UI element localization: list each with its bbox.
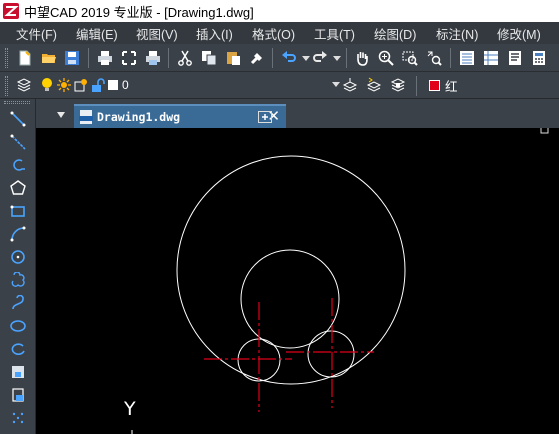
tab-list-dropdown-icon[interactable] [57, 112, 65, 118]
print-icon[interactable] [96, 49, 114, 67]
current-layer-name: 0 [122, 78, 129, 92]
new-tab-icon[interactable] [258, 109, 272, 123]
standard-toolbar [0, 44, 559, 72]
paste-icon[interactable] [224, 49, 242, 67]
make-block-icon[interactable] [9, 386, 27, 404]
design-center-icon[interactable] [482, 49, 500, 67]
toolbar-grip[interactable] [4, 101, 30, 104]
title-bar: 中望CAD 2019 专业版 - [Drawing1.dwg] [0, 0, 559, 22]
polygon-icon[interactable] [9, 179, 27, 197]
layer-states-icon[interactable] [389, 76, 407, 94]
toolbar-separator [168, 48, 169, 68]
layer-dropdown[interactable]: 0 [40, 75, 340, 95]
properties-panel-icon[interactable] [458, 49, 476, 67]
color-dropdown[interactable]: 红 [426, 75, 559, 95]
color-swatch-red [429, 79, 440, 91]
redo-icon[interactable] [311, 49, 329, 67]
tab-label: Drawing1.dwg [97, 110, 181, 124]
drawing-canvas[interactable]: Y [36, 128, 559, 434]
open-folder-icon[interactable] [40, 49, 58, 67]
plot-icon[interactable] [144, 49, 162, 67]
menu-bar: 文件(F) 编辑(E) 视图(V) 插入(I) 格式(O) 工具(T) 绘图(D… [0, 22, 559, 44]
layer-thaw-sun-icon[interactable] [57, 78, 71, 92]
menu-format[interactable]: 格式(O) [252, 24, 295, 43]
redo-dropdown-icon[interactable] [328, 49, 346, 67]
menu-dimension[interactable]: 标注(N) [436, 24, 478, 43]
zoom-window-icon[interactable] [401, 49, 419, 67]
rectangle-icon[interactable] [9, 202, 27, 220]
polyline-icon[interactable] [9, 156, 27, 174]
save-icon[interactable] [63, 49, 81, 67]
print-preview-icon[interactable] [120, 49, 138, 67]
ellipse-arc-icon[interactable] [9, 340, 27, 358]
cut-icon[interactable] [176, 49, 194, 67]
arc-icon[interactable] [9, 225, 27, 243]
layer-viewport-freeze-icon[interactable] [74, 78, 88, 92]
layer-previous-icon[interactable] [365, 76, 383, 94]
window-title: 中望CAD 2019 专业版 - [Drawing1.dwg] [24, 4, 254, 20]
spline-icon[interactable] [9, 294, 27, 312]
point-icon[interactable] [9, 409, 27, 427]
menu-draw[interactable]: 绘图(D) [374, 24, 416, 43]
menu-insert[interactable]: 插入(I) [196, 24, 233, 43]
layer-color-swatch [108, 80, 118, 90]
current-color-name: 红 [445, 79, 458, 94]
new-file-icon[interactable] [16, 49, 34, 67]
layer-dropdown-arrow-icon[interactable] [332, 82, 340, 87]
outer-circle[interactable] [176, 155, 406, 385]
make-object-layer-current-icon[interactable] [341, 76, 359, 94]
toolbar-separator [450, 48, 451, 68]
tab-drawing1[interactable]: Drawing1.dwg ✕ [74, 104, 286, 128]
layer-on-bulb-icon[interactable] [40, 77, 54, 93]
ray-icon[interactable] [9, 133, 27, 151]
menu-tools[interactable]: 工具(T) [314, 24, 355, 43]
zwcad-app-icon[interactable] [3, 3, 19, 19]
toolbar-grip[interactable] [5, 48, 8, 68]
middle-circle[interactable] [240, 249, 340, 349]
centerline-right [286, 298, 374, 408]
toolbar-grip[interactable] [5, 76, 8, 96]
match-properties-icon[interactable] [248, 49, 266, 67]
layer-unlock-icon[interactable] [91, 78, 105, 92]
toolbar-separator [88, 48, 89, 68]
draw-toolbar [0, 99, 36, 434]
menu-view[interactable]: 视图(V) [136, 24, 178, 43]
menu-modify[interactable]: 修改(M) [497, 24, 541, 43]
revision-cloud-icon[interactable] [9, 271, 27, 289]
canvas-corner-marker [540, 128, 549, 134]
insert-block-icon[interactable] [9, 363, 27, 381]
zoom-realtime-icon[interactable] [377, 49, 395, 67]
copy-icon[interactable] [200, 49, 218, 67]
menu-file[interactable]: 文件(F) [16, 24, 57, 43]
dwg-file-icon [79, 110, 93, 124]
zoom-previous-icon[interactable] [425, 49, 443, 67]
ellipse-icon[interactable] [9, 317, 27, 335]
toolbar-separator [416, 76, 417, 96]
menu-edit[interactable]: 编辑(E) [76, 24, 118, 43]
undo-icon[interactable] [280, 49, 298, 67]
small-circle-right[interactable] [307, 330, 355, 378]
pan-hand-icon[interactable] [353, 49, 371, 67]
circle-icon[interactable] [9, 248, 27, 266]
line-icon[interactable] [9, 110, 27, 128]
calculator-icon[interactable] [530, 49, 548, 67]
tool-palettes-icon[interactable] [506, 49, 524, 67]
drawing-geometry[interactable] [36, 128, 559, 434]
layer-manager-icon[interactable] [15, 76, 33, 94]
document-tab-strip: Drawing1.dwg ✕ [36, 99, 559, 128]
toolbar-separator [346, 48, 347, 68]
ucs-y-label: Y [124, 398, 136, 420]
toolbar-separator [272, 48, 273, 68]
layer-toolbar: 0 红 [0, 72, 559, 99]
